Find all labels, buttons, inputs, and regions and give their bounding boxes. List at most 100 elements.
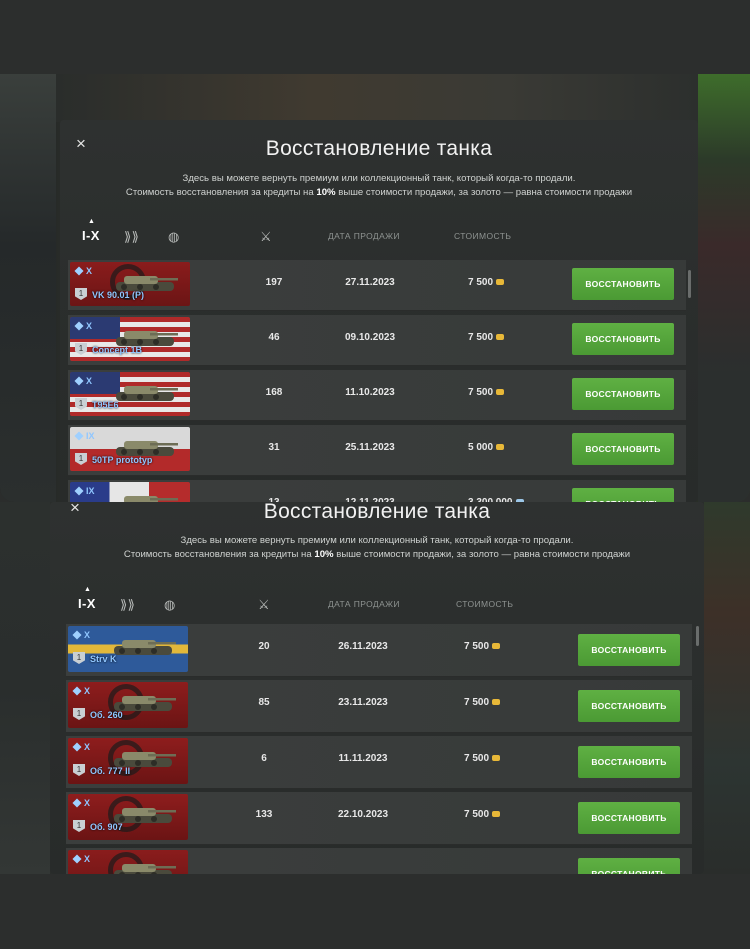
blurred-background-left <box>0 74 56 502</box>
credits-icon <box>496 389 505 395</box>
tank-name: VK 90.01 (P) <box>92 290 145 300</box>
tier-diamond-icon <box>74 321 84 331</box>
battles-count: 6 <box>261 753 267 764</box>
tank-thumbnail: X 1 T95E6 <box>70 372 190 416</box>
restore-button[interactable]: ВОССТАНОВИТЬ <box>578 802 680 834</box>
tank-tier: IX <box>74 431 95 441</box>
sale-date: 09.10.2023 <box>344 332 396 343</box>
table-row: X 1 T95E6 168 11.10.2023 7 500 ВОССТАНОВИТЬ <box>68 370 686 421</box>
tank-silhouette-icon <box>124 496 178 502</box>
table-row: X 1 VK 90.01 (P) 197 27.11.2023 7 500 ВОССТАНО… <box>68 260 686 311</box>
nation-filter-globe-icon[interactable]: ◍ <box>168 229 180 245</box>
tank-silhouette-icon <box>116 386 178 401</box>
restore-button[interactable]: ВОССТАНОВИТЬ <box>578 858 680 874</box>
tank-thumbnail: IX 1 50TP prototyp <box>70 427 190 471</box>
sale-date: 11.10.2023 <box>345 387 395 398</box>
battles-crossed-swords-icon[interactable]: ⚔ <box>260 229 272 245</box>
restore-price: 7 500 <box>464 641 501 652</box>
sale-date: 22.10.2023 <box>337 809 389 820</box>
screenshot-1: × Восстановление танка Здесь вы можете в… <box>0 74 750 502</box>
bottom-letterbox <box>0 874 750 949</box>
table-row: X1 ВОССТАНОВИТЬ <box>66 848 692 874</box>
restore-tank-dialog: × Восстановление танка Здесь вы можете в… <box>60 120 698 502</box>
tank-tier: X <box>72 742 90 752</box>
sale-date: 27.11.2023 <box>345 277 395 288</box>
tank-thumbnail: X1 <box>68 850 188 874</box>
tank-tier: X <box>74 266 92 276</box>
credits-icon <box>496 279 505 285</box>
column-header-date[interactable]: ДАТА ПРОДАЖИ <box>328 599 400 609</box>
sort-caret-icon: ▲ <box>84 586 92 593</box>
tank-thumbnail: X 1 Об. 260 <box>68 682 188 728</box>
restore-button[interactable]: ВОССТАНОВИТЬ <box>572 378 674 410</box>
tank-thumbnail: X 1 Strv K <box>68 626 188 672</box>
restore-button[interactable]: ВОССТАНОВИТЬ <box>578 634 680 666</box>
dialog-title: Восстановление танка <box>265 137 493 160</box>
column-header-cost[interactable]: СТОИМОСТЬ <box>456 599 513 609</box>
sale-date: 26.11.2023 <box>338 641 388 652</box>
sale-date: 11.11.2023 <box>338 753 388 764</box>
restore-price: 5 000 <box>468 442 505 453</box>
tank-tier: X <box>74 376 92 386</box>
dialog-title: Восстановление танка <box>263 502 491 523</box>
tier-filter[interactable]: I-X <box>82 228 100 243</box>
tank-class-filter-icon[interactable]: ⟫⟫ <box>124 229 139 245</box>
description-line-2: Стоимость восстановления за кредиты на 1… <box>123 549 631 560</box>
tank-tier: X <box>72 630 90 640</box>
battles-count: 168 <box>265 387 283 398</box>
nation-filter-globe-icon[interactable]: ◍ <box>164 597 176 613</box>
blurred-background-left <box>0 502 50 874</box>
tier-diamond-icon <box>74 266 84 276</box>
restore-price: 7 500 <box>464 697 501 708</box>
tier-diamond-icon <box>72 630 82 640</box>
tier-diamond-icon <box>74 486 84 496</box>
tank-thumbnail: X 1 Об. 907 <box>68 794 188 840</box>
credits-icon <box>492 811 501 817</box>
sale-date: 23.11.2023 <box>338 697 388 708</box>
credits-icon <box>492 643 501 649</box>
mastery-badge: 1 <box>73 652 85 664</box>
credits-icon <box>492 699 501 705</box>
tank-tier: X <box>72 798 90 808</box>
scrollbar[interactable] <box>688 270 691 298</box>
battles-count: 85 <box>258 697 270 708</box>
battles-count: 46 <box>268 332 280 343</box>
restore-button[interactable]: ВОССТАНОВИТЬ <box>572 323 674 355</box>
restore-button[interactable]: ВОССТАНОВИТЬ <box>572 488 674 502</box>
restore-button[interactable]: ВОССТАНОВИТЬ <box>578 746 680 778</box>
mastery-badge: 1 <box>73 820 85 832</box>
table-row: IX 1 50TP prototyp 31 25.11.2023 5 000 ВОССТАН… <box>68 425 686 476</box>
restore-button[interactable]: ВОССТАНОВИТЬ <box>572 268 674 300</box>
scrollbar[interactable] <box>696 626 699 646</box>
battles-crossed-swords-icon[interactable]: ⚔ <box>258 597 270 613</box>
sale-date: 25.11.2023 <box>345 442 395 453</box>
tank-silhouette-icon <box>114 864 176 874</box>
battles-count: 197 <box>265 277 283 288</box>
credits-icon <box>496 334 505 340</box>
tank-name: Об. 260 <box>90 710 123 720</box>
mastery-badge: 1 <box>75 453 87 465</box>
column-header-cost[interactable]: СТОИМОСТЬ <box>454 231 511 241</box>
mastery-badge: 1 <box>75 398 87 410</box>
dialog-description: Здесь вы можете вернуть премиум или колл… <box>60 172 698 200</box>
blurred-background-right <box>698 74 750 502</box>
tank-class-filter-icon[interactable]: ⟫⟫ <box>120 597 135 613</box>
tier-diamond-icon <box>74 431 84 441</box>
tier-filter[interactable]: I-X <box>78 596 96 611</box>
sort-caret-icon: ▲ <box>88 218 96 225</box>
restore-price: 7 500 <box>464 753 501 764</box>
tank-name: Об. 777 II <box>90 766 131 776</box>
tank-thumbnail: X 1 Concept 1B <box>70 317 190 361</box>
restore-price: 7 500 <box>468 277 505 288</box>
mastery-badge: 1 <box>73 764 85 776</box>
credits-icon <box>496 444 505 450</box>
tier-diamond-icon <box>72 798 82 808</box>
column-header-date[interactable]: ДАТА ПРОДАЖИ <box>328 231 400 241</box>
tank-name: 50TP prototyp <box>92 455 153 465</box>
restore-tank-dialog: × Восстановление танка Здесь вы можете в… <box>50 502 704 874</box>
tank-name: T95E6 <box>92 400 119 410</box>
restore-button[interactable]: ВОССТАНОВИТЬ <box>578 690 680 722</box>
restore-button[interactable]: ВОССТАНОВИТЬ <box>572 433 674 465</box>
table-header: ▲ I-X ⟫⟫ ◍ ⚔ ДАТА ПРОДАЖИ СТОИМОСТЬ <box>82 218 682 248</box>
tank-tier: X <box>72 686 90 696</box>
